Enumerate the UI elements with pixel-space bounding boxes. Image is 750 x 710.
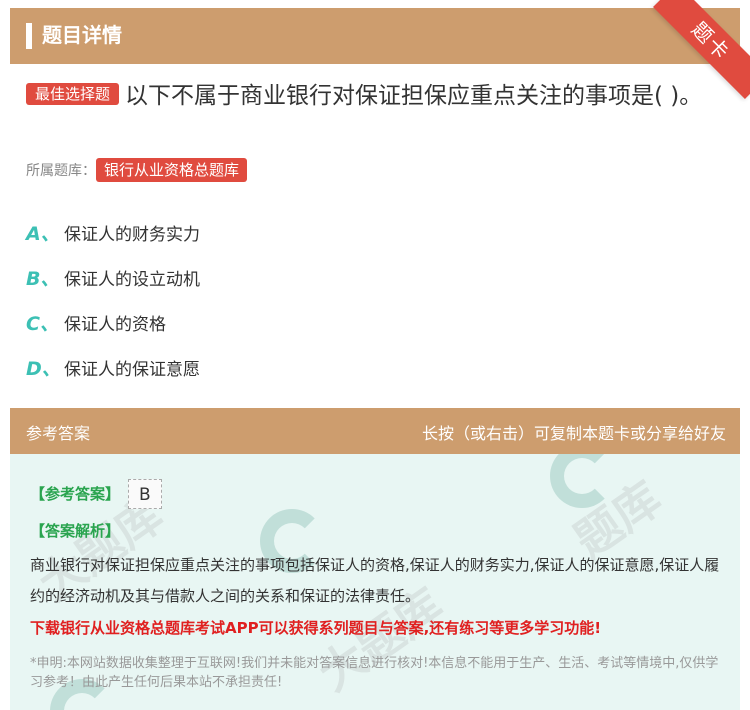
option-c[interactable]: C、 保证人的资格 — [26, 300, 200, 345]
reference-answer-value: B — [128, 479, 162, 509]
disclaimer-note: *申明:本网站数据收集整理于互联网!我们并未能对答案信息进行核对!本信息不能用于… — [30, 656, 719, 690]
header-bar: 题目详情 — [10, 8, 740, 64]
question-stem: 最佳选择题 以下不属于商业银行对保证担保应重点关注的事项是( )。 — [26, 80, 726, 112]
option-letter: C、 — [26, 313, 59, 335]
question-type-badge: 最佳选择题 — [26, 83, 120, 105]
reference-answer: 【参考答案】 B — [30, 479, 162, 509]
answer-panel: 大题库 大题库 题库 【参考答案】 B 【答案解析】 商业银行对保证担保应重点关… — [10, 454, 740, 710]
analysis-text: 商业银行对保证担保应重点关注的事项包括保证人的资格,保证人的财务实力,保证人的保… — [30, 556, 720, 605]
share-hint: 长按（或右击）可复制本题卡或分享给好友 — [421, 424, 726, 443]
reference-answer-label: 【参考答案】 — [30, 485, 121, 503]
option-a[interactable]: A、 保证人的财务实力 — [26, 210, 200, 255]
analysis-label: 【答案解析】 — [30, 522, 121, 540]
header-accent-bar — [26, 23, 32, 49]
app-promo-link[interactable]: 下载银行从业资格总题库考试APP可以获得系列题目与答案,还有练习等更多学习功能! — [30, 617, 601, 638]
option-letter: B、 — [26, 268, 60, 290]
option-text: 保证人的财务实力 — [64, 225, 200, 245]
option-text: 保证人的资格 — [64, 315, 166, 335]
option-d[interactable]: D、 保证人的保证意愿 — [26, 345, 200, 390]
option-letter: D、 — [26, 358, 61, 380]
page-title: 题目详情 — [42, 23, 122, 47]
question-text: 以下不属于商业银行对保证担保应重点关注的事项是( )。 — [125, 83, 703, 109]
option-text: 保证人的设立动机 — [64, 270, 200, 290]
answer-header-label: 参考答案 — [26, 424, 91, 443]
source-label: 所属题库： — [26, 163, 96, 179]
options-list: A、 保证人的财务实力 B、 保证人的设立动机 C、 保证人的资格 D、 保证人… — [26, 210, 200, 390]
option-b[interactable]: B、 保证人的设立动机 — [26, 255, 200, 300]
option-letter: A、 — [26, 223, 60, 245]
answer-header-bar: 参考答案 长按（或右击）可复制本题卡或分享给好友 — [10, 408, 740, 454]
source-tag[interactable]: 银行从业资格总题库 — [96, 158, 248, 182]
question-source: 所属题库： 银行从业资格总题库 — [26, 158, 248, 183]
option-text: 保证人的保证意愿 — [64, 360, 200, 380]
